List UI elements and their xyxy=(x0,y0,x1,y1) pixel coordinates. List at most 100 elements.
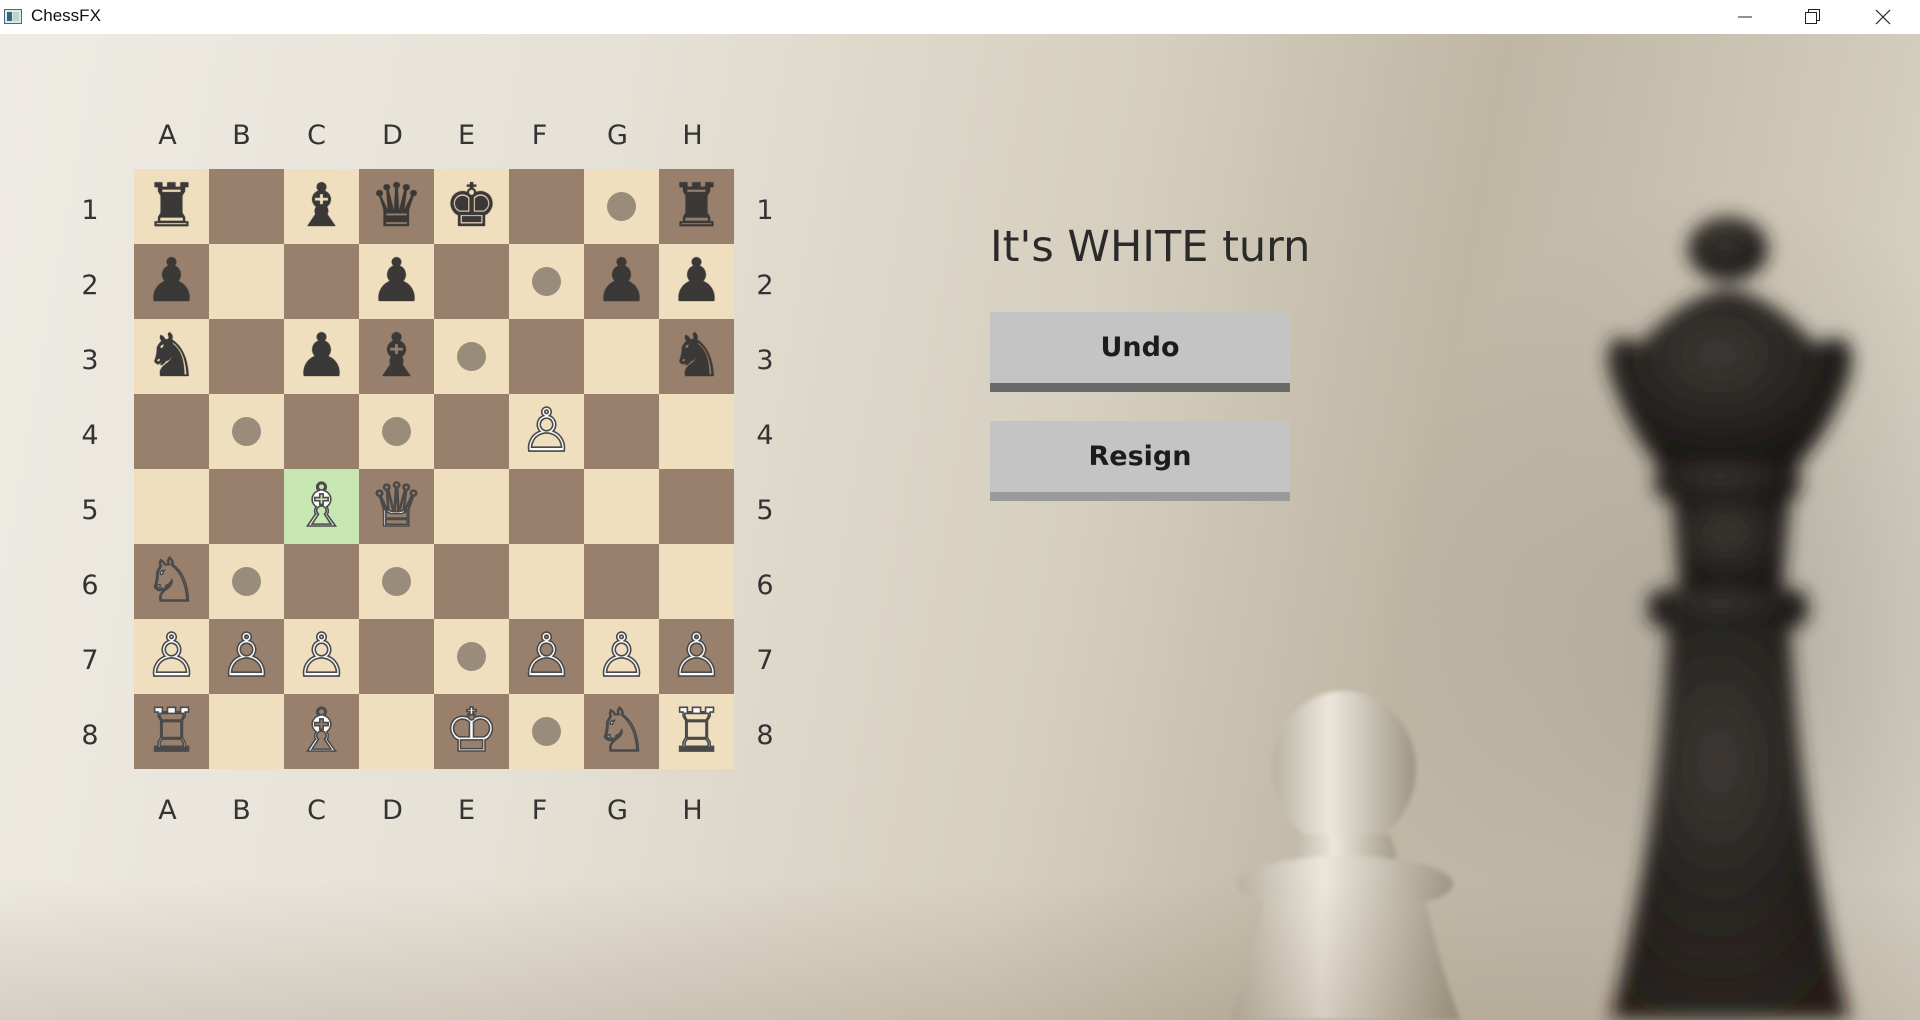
square-G8[interactable]: ♘ xyxy=(584,694,659,769)
square-A7[interactable]: ♙ xyxy=(134,619,209,694)
square-F4[interactable]: ♙ xyxy=(509,394,584,469)
move-hint-dot[interactable] xyxy=(607,192,636,221)
white-knight-icon[interactable]: ♘ xyxy=(134,544,209,619)
square-E5[interactable] xyxy=(434,469,509,544)
white-king-icon[interactable]: ♔ xyxy=(434,694,509,769)
square-E6[interactable] xyxy=(434,544,509,619)
square-B5[interactable] xyxy=(209,469,284,544)
undo-button[interactable]: Undo xyxy=(990,312,1290,392)
black-bishop-icon[interactable]: ♝ xyxy=(359,319,434,394)
square-A5[interactable] xyxy=(134,469,209,544)
white-pawn-icon[interactable]: ♙ xyxy=(209,619,284,694)
square-C5[interactable]: ♗ xyxy=(284,469,359,544)
square-F3[interactable] xyxy=(509,319,584,394)
square-A4[interactable] xyxy=(134,394,209,469)
square-B3[interactable] xyxy=(209,319,284,394)
black-pawn-icon[interactable]: ♟ xyxy=(359,244,434,319)
square-H6[interactable] xyxy=(659,544,734,619)
square-G6[interactable] xyxy=(584,544,659,619)
white-bishop-icon[interactable]: ♗ xyxy=(284,694,359,769)
square-C8[interactable]: ♗ xyxy=(284,694,359,769)
white-rook-icon[interactable]: ♖ xyxy=(134,694,209,769)
white-pawn-icon[interactable]: ♙ xyxy=(284,619,359,694)
resign-button[interactable]: Resign xyxy=(990,421,1290,501)
square-B7[interactable]: ♙ xyxy=(209,619,284,694)
move-hint-dot[interactable] xyxy=(532,267,561,296)
square-G4[interactable] xyxy=(584,394,659,469)
square-F5[interactable] xyxy=(509,469,584,544)
square-A8[interactable]: ♖ xyxy=(134,694,209,769)
square-C2[interactable] xyxy=(284,244,359,319)
move-hint-dot[interactable] xyxy=(532,717,561,746)
move-hint-dot[interactable] xyxy=(382,417,411,446)
black-pawn-icon[interactable]: ♟ xyxy=(659,244,734,319)
minimize-button[interactable] xyxy=(1710,0,1780,34)
square-C1[interactable]: ♝ xyxy=(284,169,359,244)
square-D8[interactable] xyxy=(359,694,434,769)
black-queen-icon[interactable]: ♛ xyxy=(359,169,434,244)
square-H5[interactable] xyxy=(659,469,734,544)
square-C7[interactable]: ♙ xyxy=(284,619,359,694)
white-pawn-icon[interactable]: ♙ xyxy=(509,394,584,469)
square-E2[interactable] xyxy=(434,244,509,319)
square-C6[interactable] xyxy=(284,544,359,619)
white-pawn-icon[interactable]: ♙ xyxy=(509,619,584,694)
square-F8[interactable] xyxy=(509,694,584,769)
square-E3[interactable] xyxy=(434,319,509,394)
square-F7[interactable]: ♙ xyxy=(509,619,584,694)
black-king-icon[interactable]: ♚ xyxy=(434,169,509,244)
black-pawn-icon[interactable]: ♟ xyxy=(284,319,359,394)
square-G5[interactable] xyxy=(584,469,659,544)
square-H3[interactable]: ♞ xyxy=(659,319,734,394)
square-A1[interactable]: ♜ xyxy=(134,169,209,244)
black-knight-icon[interactable]: ♞ xyxy=(134,319,209,394)
square-E7[interactable] xyxy=(434,619,509,694)
square-F2[interactable] xyxy=(509,244,584,319)
square-B1[interactable] xyxy=(209,169,284,244)
square-B6[interactable] xyxy=(209,544,284,619)
square-H4[interactable] xyxy=(659,394,734,469)
square-H2[interactable]: ♟ xyxy=(659,244,734,319)
square-D7[interactable] xyxy=(359,619,434,694)
square-E8[interactable]: ♔ xyxy=(434,694,509,769)
square-D2[interactable]: ♟ xyxy=(359,244,434,319)
square-A6[interactable]: ♘ xyxy=(134,544,209,619)
square-H1[interactable]: ♜ xyxy=(659,169,734,244)
square-B8[interactable] xyxy=(209,694,284,769)
square-E1[interactable]: ♚ xyxy=(434,169,509,244)
black-pawn-icon[interactable]: ♟ xyxy=(584,244,659,319)
black-bishop-icon[interactable]: ♝ xyxy=(284,169,359,244)
square-G2[interactable]: ♟ xyxy=(584,244,659,319)
square-H8[interactable]: ♖ xyxy=(659,694,734,769)
square-A3[interactable]: ♞ xyxy=(134,319,209,394)
chess-board[interactable]: ♜ ♝ ♛ ♚ ♜ ♟ ♟ ♟ ♟ ♞ ♟ ♝ ♞ ♙ ♗ ♕ ♘ ♙ ♙ ♙ ♙ ♙ ♙ ♖ ♗ ♔ ♘ ♖ xyxy=(134,169,734,769)
square-D4[interactable] xyxy=(359,394,434,469)
square-G1[interactable] xyxy=(584,169,659,244)
move-hint-dot[interactable] xyxy=(457,342,486,371)
white-knight-icon[interactable]: ♘ xyxy=(584,694,659,769)
square-A2[interactable]: ♟ xyxy=(134,244,209,319)
square-F6[interactable] xyxy=(509,544,584,619)
black-rook-icon[interactable]: ♜ xyxy=(659,169,734,244)
white-pawn-icon[interactable]: ♙ xyxy=(134,619,209,694)
white-queen-icon[interactable]: ♕ xyxy=(359,469,434,544)
restore-button[interactable] xyxy=(1778,0,1848,34)
square-E4[interactable] xyxy=(434,394,509,469)
close-button[interactable] xyxy=(1848,0,1918,34)
move-hint-dot[interactable] xyxy=(232,417,261,446)
square-G7[interactable]: ♙ xyxy=(584,619,659,694)
move-hint-dot[interactable] xyxy=(457,642,486,671)
square-D5[interactable]: ♕ xyxy=(359,469,434,544)
square-D6[interactable] xyxy=(359,544,434,619)
square-D1[interactable]: ♛ xyxy=(359,169,434,244)
square-D3[interactable]: ♝ xyxy=(359,319,434,394)
black-knight-icon[interactable]: ♞ xyxy=(659,319,734,394)
white-pawn-icon[interactable]: ♙ xyxy=(659,619,734,694)
square-C3[interactable]: ♟ xyxy=(284,319,359,394)
square-C4[interactable] xyxy=(284,394,359,469)
white-pawn-icon[interactable]: ♙ xyxy=(584,619,659,694)
black-pawn-icon[interactable]: ♟ xyxy=(134,244,209,319)
move-hint-dot[interactable] xyxy=(382,567,411,596)
move-hint-dot[interactable] xyxy=(232,567,261,596)
white-bishop-icon[interactable]: ♗ xyxy=(284,469,359,544)
